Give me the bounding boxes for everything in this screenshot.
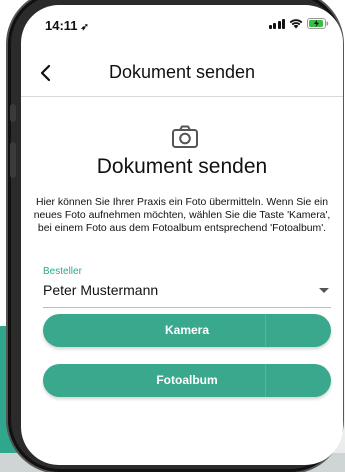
camera-button[interactable]: Kamera: [43, 314, 331, 347]
photo-album-button-label: Fotoalbum: [156, 373, 218, 387]
navigation-bar: Dokument senden: [21, 50, 343, 97]
phone-frame: 14:11 ➶ Dokument senden Dokument senden …: [8, 0, 343, 472]
status-bar: 14:11 ➶: [21, 5, 343, 39]
orderer-select[interactable]: Peter Mustermann: [43, 277, 331, 308]
camera-button-label: Kamera: [164, 323, 210, 337]
content-title: Dokument senden: [96, 155, 268, 178]
chevron-down-icon: [319, 288, 329, 293]
button-divider: [265, 364, 266, 397]
signal-icon: [268, 18, 285, 29]
nav-title: Dokument senden: [108, 62, 256, 82]
phone-screen: 14:11 ➶ Dokument senden Dokument senden …: [21, 5, 343, 465]
location-arrow-icon: ➶: [80, 22, 89, 33]
description-text: Hier können Sie Ihrer Praxis ein Foto üb…: [33, 197, 331, 234]
orderer-label: Besteller: [43, 266, 82, 277]
status-time-text: 14:11: [45, 18, 78, 33]
status-icons: [268, 18, 330, 29]
orderer-value: Peter Mustermann: [43, 282, 159, 298]
photo-album-button[interactable]: Fotoalbum: [43, 364, 331, 397]
side-button: [10, 104, 16, 122]
status-time: 14:11 ➶: [45, 18, 89, 33]
wifi-icon: [289, 18, 303, 29]
camera-icon: [172, 125, 198, 148]
button-divider: [265, 314, 266, 347]
volume-up-button: [10, 142, 16, 178]
battery-charging-icon: [307, 18, 329, 29]
